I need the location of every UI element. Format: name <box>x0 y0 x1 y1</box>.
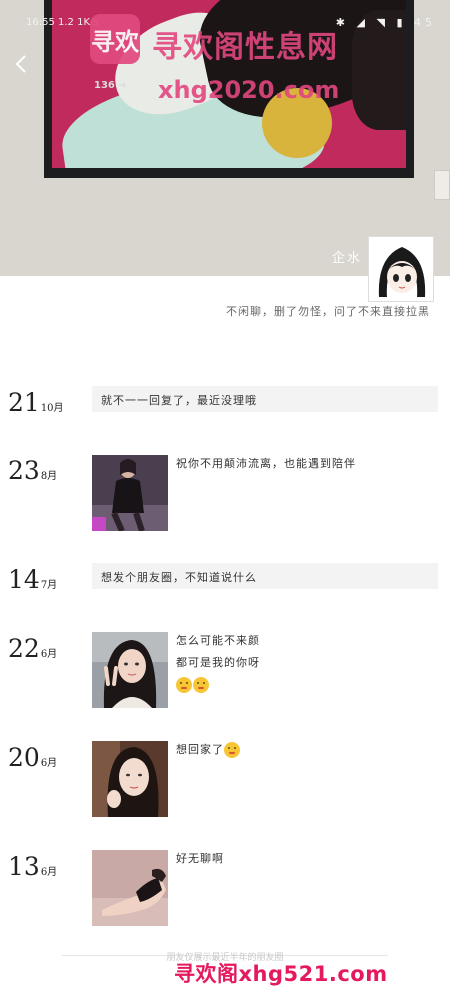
post-day: 22 <box>8 634 40 663</box>
caption-text: 想回家了 <box>176 743 224 756</box>
caption-line: 想回家了 <box>176 739 241 761</box>
post-day: 14 <box>8 565 40 594</box>
watermark-url: xhg2020.com <box>158 76 340 104</box>
battery-icon: ▮ <box>396 16 407 29</box>
grimace-emoji-icon <box>176 677 192 693</box>
post-date: 136月 <box>8 852 57 881</box>
post-month: 6月 <box>40 649 58 660</box>
back-button[interactable] <box>12 52 32 76</box>
battery-level: 45 <box>414 16 436 29</box>
post-caption: 好无聊啊 <box>176 848 224 870</box>
status-time: 16:55 <box>26 17 55 28</box>
watermark-title: 寻欢阁性息网 <box>152 30 338 65</box>
signal-icon: ◢ <box>356 16 369 29</box>
post-caption: 祝你不用颠沛流离，也能遇到陪伴 <box>176 453 356 475</box>
caption-line: 怎么可能不来颜 <box>176 634 260 647</box>
post-caption: 想回家了 <box>176 739 241 761</box>
woman-peace-sign-photo <box>92 632 168 708</box>
post-thumbnail[interactable] <box>92 632 168 708</box>
post-date: 2110月 <box>8 388 64 417</box>
woman-lying-photo <box>92 850 168 926</box>
post-thumbnail[interactable] <box>92 455 168 531</box>
post-thumbnail[interactable] <box>92 741 168 817</box>
post-month: 7月 <box>40 580 58 591</box>
caption-line: 祝你不用颠沛流离，也能遇到陪伴 <box>176 457 356 470</box>
grimace-emoji-icon <box>193 677 209 693</box>
post-day: 13 <box>8 852 40 881</box>
text-post[interactable]: 就不一一回复了，最近没理哦 <box>92 386 438 412</box>
profile-nickname[interactable]: 企水 <box>332 247 362 266</box>
post-date: 206月 <box>8 743 57 772</box>
post-thumbnail[interactable] <box>92 850 168 926</box>
post-month: 10月 <box>40 403 64 414</box>
wall-plaque <box>434 170 450 200</box>
wifi-icon: ◥ <box>376 16 389 29</box>
woman-selfie-photo <box>92 741 168 817</box>
caption-line: 好无聊啊 <box>176 852 224 865</box>
profile-signature: 不闲聊，删了勿怪，问了不来直接拉黑 <box>226 305 430 318</box>
grimace-emoji-icon <box>224 742 240 758</box>
watermark-logo: 寻欢 <box>90 14 140 64</box>
post-month: 6月 <box>40 867 58 878</box>
chevron-left-icon <box>15 55 26 73</box>
watermark-bottom: 寻欢阁xhg521.com <box>174 962 388 986</box>
woman-black-dress-photo <box>92 455 168 531</box>
post-month: 8月 <box>40 471 58 482</box>
watermark-mini: 136 ➜ <box>94 80 127 91</box>
status-bar: 16:55 1.2 1K/s ✱ ◢ ◥ ▮ 45 <box>0 0 450 29</box>
emoji-row <box>176 674 260 696</box>
text-post[interactable]: 想发个朋友圈，不知道说什么 <box>92 563 438 589</box>
caption-line: 都可是我的你呀 <box>176 656 260 669</box>
post-date: 147月 <box>8 565 57 594</box>
post-date: 238月 <box>8 456 57 485</box>
post-caption: 怎么可能不来颜 都可是我的你呀 <box>176 630 260 696</box>
anime-girl-avatar-icon <box>369 237 433 301</box>
status-icons: ✱ ◢ ◥ ▮ 45 <box>336 16 436 29</box>
post-day: 20 <box>8 743 40 772</box>
post-date: 226月 <box>8 634 57 663</box>
post-day: 21 <box>8 388 40 417</box>
post-day: 23 <box>8 456 40 485</box>
avatar[interactable] <box>368 236 434 302</box>
post-month: 6月 <box>40 758 58 769</box>
